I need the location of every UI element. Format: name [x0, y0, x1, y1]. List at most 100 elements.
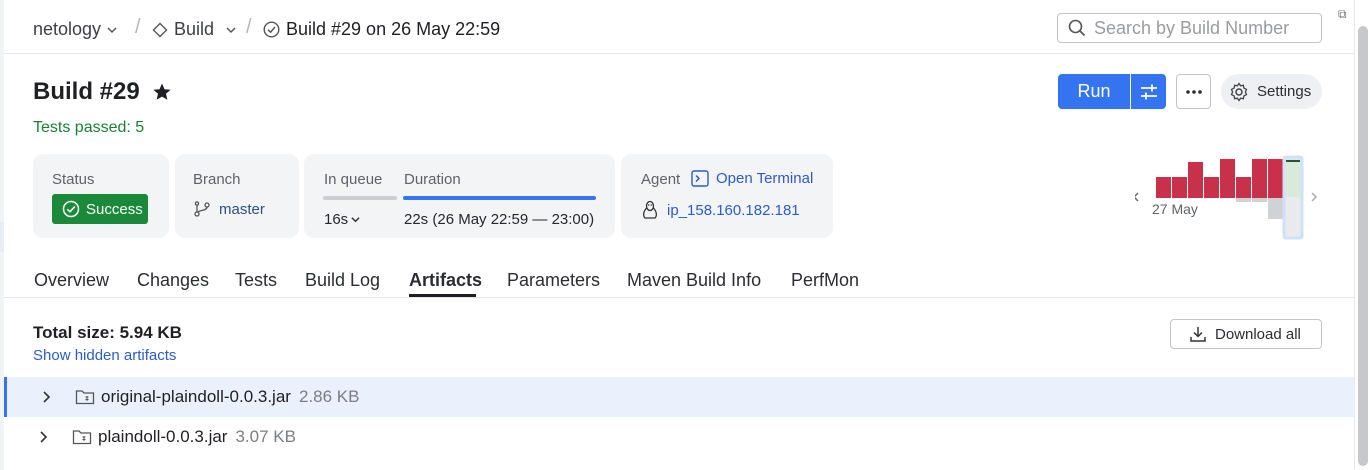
search-input[interactable]	[1094, 17, 1314, 39]
agent-value: ip_158.160.182.181	[667, 201, 800, 219]
breadcrumb-separator: /	[135, 16, 141, 38]
timing-card: In queue Duration 16s 22s (26 May 22:59 …	[304, 154, 615, 238]
queue-progress	[323, 196, 397, 200]
artifact-name: original-plaindoll-0.0.3.jar	[101, 387, 291, 406]
settings-label: Settings	[1257, 83, 1312, 100]
history-bar-selected-marker	[1286, 160, 1300, 162]
duration-value: 22s (26 May 22:59 — 23:00)	[404, 211, 595, 228]
status-value: Success	[86, 200, 143, 218]
scrollbar-thumb[interactable]	[1358, 26, 1368, 466]
agent-card: Agent Open Terminal ip_158.160.182.181	[621, 154, 833, 238]
show-hidden-artifacts-link[interactable]: Show hidden artifacts	[33, 347, 176, 364]
chevron-down-icon	[226, 26, 236, 33]
window-restore-icon[interactable]: ⧉	[1338, 7, 1352, 21]
search-icon	[1068, 19, 1086, 37]
breadcrumb-separator: /	[246, 16, 252, 38]
breadcrumb-build-label: Build #29 on 26 May 22:59	[286, 19, 501, 39]
history-bar-failed	[1268, 159, 1283, 198]
branch-link[interactable]: master	[193, 200, 265, 218]
check-circle-icon	[62, 200, 80, 218]
agent-label: Agent	[641, 171, 681, 188]
linux-penguin-icon	[643, 200, 657, 219]
tab-bar: Overview Changes Tests Build Log Artifac…	[4, 263, 1354, 298]
build-history-chart: 27 May	[1132, 155, 1325, 240]
page-title: Build #29	[33, 78, 172, 106]
vertical-scrollbar[interactable]	[1354, 0, 1370, 470]
artifact-name: plaindoll-0.0.3.jar	[98, 427, 228, 446]
status-badge: Success	[52, 194, 148, 224]
history-bar-failed	[1156, 177, 1171, 198]
branch-icon	[194, 201, 210, 217]
breadcrumb-build-config[interactable]: Build	[152, 19, 236, 40]
artifact-size: 3.07 KB	[235, 427, 296, 446]
gear-icon	[1230, 81, 1248, 102]
search-box[interactable]	[1057, 13, 1322, 43]
build-page: netology / Build / Build #29 on 26 May 2…	[4, 0, 1354, 470]
tab-tests[interactable]: Tests	[235, 270, 277, 291]
duration-label: Duration	[404, 171, 461, 188]
diamond-icon	[152, 22, 168, 37]
build-title: Build #29	[33, 78, 140, 105]
download-all-label: Download all	[1215, 325, 1301, 343]
chevron-right-icon	[1311, 192, 1318, 202]
history-bar-success	[1268, 198, 1283, 219]
check-circle-icon	[263, 21, 280, 38]
branch-value: master	[219, 200, 265, 218]
breadcrumb-project[interactable]: netology	[33, 19, 117, 40]
history-bar-failed	[1172, 177, 1187, 198]
more-actions-button[interactable]	[1176, 74, 1211, 109]
breadcrumb-project-label: netology	[33, 19, 102, 39]
tab-maven-build-info[interactable]: Maven Build Info	[627, 270, 761, 291]
breadcrumb: netology / Build / Build #29 on 26 May 2…	[4, 0, 1354, 54]
chevron-right-icon[interactable]	[38, 430, 48, 444]
branch-card: Branch master	[175, 154, 299, 238]
chevron-down-icon	[351, 217, 360, 223]
artifact-row[interactable]: original-plaindoll-0.0.3.jar 2.86 KB	[4, 377, 1354, 417]
history-bar-success	[1236, 198, 1251, 202]
sliders-icon	[1140, 84, 1157, 99]
artifact-row[interactable]: plaindoll-0.0.3.jar 3.07 KB	[4, 417, 1354, 457]
breadcrumb-current-build[interactable]: Build #29 on 26 May 22:59	[263, 19, 500, 40]
history-bar-failed	[1188, 162, 1203, 198]
download-all-button[interactable]: Download all	[1170, 319, 1322, 349]
queue-dropdown[interactable]: 16s	[324, 211, 360, 228]
duration-progress	[403, 196, 596, 200]
open-terminal-link[interactable]: Open Terminal	[691, 170, 813, 187]
tab-artifacts[interactable]: Artifacts	[409, 270, 482, 291]
artifact-item[interactable]: original-plaindoll-0.0.3.jar 2.86 KB	[101, 387, 359, 407]
agent-link[interactable]: ip_158.160.182.181	[641, 200, 800, 220]
tab-overview[interactable]: Overview	[34, 270, 109, 291]
history-bar-failed	[1252, 159, 1267, 198]
breadcrumb-config-label: Build	[174, 19, 215, 39]
status-card: Status Success	[33, 154, 169, 238]
status-label: Status	[52, 171, 95, 188]
queue-value: 16s	[324, 211, 349, 228]
tab-parameters[interactable]: Parameters	[507, 270, 600, 291]
tab-perfmon[interactable]: PerfMon	[791, 270, 859, 291]
archive-folder-icon	[75, 390, 95, 405]
queue-label: In queue	[324, 171, 383, 188]
archive-folder-icon	[72, 430, 92, 445]
history-bar-failed	[1220, 159, 1235, 198]
tab-changes[interactable]: Changes	[137, 270, 209, 291]
chevron-right-icon[interactable]	[41, 390, 51, 404]
artifact-item[interactable]: plaindoll-0.0.3.jar 3.07 KB	[98, 427, 296, 447]
build-history-bars	[1132, 155, 1318, 240]
tab-build-log[interactable]: Build Log	[305, 270, 380, 291]
chevron-left-icon	[1132, 192, 1139, 202]
artifact-size: 2.86 KB	[298, 387, 360, 406]
settings-button[interactable]: Settings	[1221, 74, 1322, 109]
total-size: Total size: 5.94 KB	[33, 323, 182, 342]
more-dots-icon	[1185, 89, 1202, 94]
branch-label: Branch	[193, 171, 241, 188]
star-icon[interactable]	[152, 82, 172, 102]
run-button[interactable]: Run	[1058, 74, 1130, 109]
download-icon	[1190, 327, 1206, 342]
chart-date-label: 27 May	[1152, 201, 1198, 217]
tests-summary[interactable]: Tests passed: 5	[33, 119, 144, 137]
history-bar-failed	[1204, 177, 1219, 198]
history-bar-failed	[1236, 177, 1251, 198]
chevron-down-icon	[107, 26, 117, 33]
history-bar-success	[1252, 198, 1267, 202]
run-options-button[interactable]	[1131, 74, 1166, 109]
